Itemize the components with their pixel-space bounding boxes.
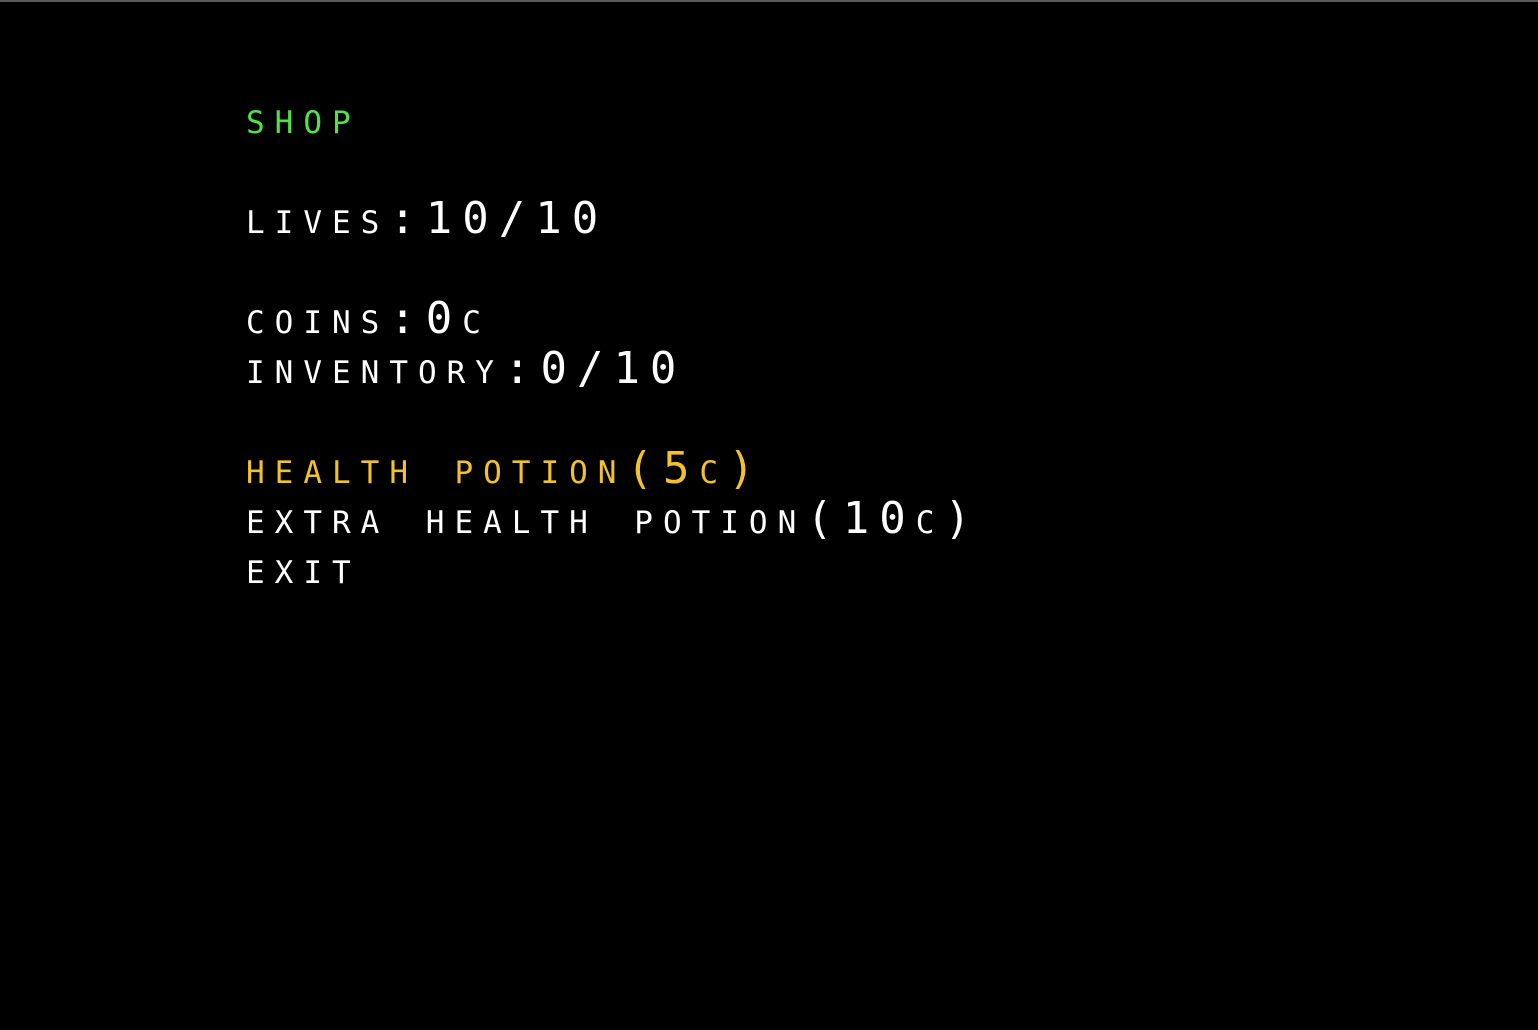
shop-title: Shop <box>246 93 361 144</box>
menu-item-health-potion[interactable]: Health Potion(5c) <box>246 444 765 494</box>
game-screen: Shop Lives:10/10 Coins:0c Inventory:0/10… <box>0 2 1538 1030</box>
coins-counter: Coins:0c <box>246 293 491 344</box>
lives-counter: Lives:10/10 <box>246 193 609 244</box>
menu-item-extra-health-potion[interactable]: Extra Health Potion(10c) <box>246 494 981 544</box>
menu-item-exit[interactable]: Exit <box>246 544 361 594</box>
inventory-counter: Inventory:0/10 <box>246 343 687 394</box>
